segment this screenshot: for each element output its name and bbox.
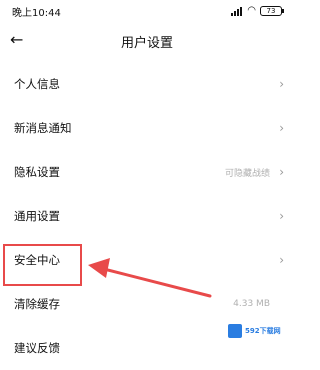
row-general-settings[interactable]: 通用设置 › (0, 194, 294, 238)
chevron-right-icon: › (279, 121, 284, 135)
row-label: 个人信息 (14, 77, 60, 91)
header: ← 用户设置 (0, 22, 294, 60)
watermark: 592下载网 (228, 322, 290, 340)
battery-icon: 73 (260, 6, 284, 16)
row-message-notifications[interactable]: 新消息通知 › (0, 106, 294, 150)
row-value: 可隐藏战绩 (224, 168, 270, 179)
status-icons: ◠ 73 (231, 5, 284, 16)
status-time: 晚上10:44 (12, 7, 61, 19)
signal-icon (231, 6, 243, 16)
back-arrow-icon[interactable]: ← (10, 30, 23, 49)
page-title: 用户设置 (120, 35, 173, 51)
chevron-right-icon: › (279, 165, 284, 179)
cache-size: 4.33 MB (233, 299, 270, 309)
row-label: 通用设置 (14, 209, 60, 223)
highlight-box (3, 244, 82, 286)
row-privacy-settings[interactable]: 隐私设置 可隐藏战绩 › (0, 150, 294, 194)
chevron-right-icon: › (279, 77, 284, 91)
row-label: 隐私设置 (14, 165, 60, 179)
row-label: 建议反馈 (14, 341, 60, 355)
row-label: 新消息通知 (14, 121, 72, 135)
row-label: 清除缓存 (14, 297, 60, 311)
watermark-logo-icon (228, 324, 242, 338)
chevron-right-icon: › (279, 209, 284, 223)
wifi-icon: ◠ (247, 5, 256, 16)
chevron-right-icon: › (279, 253, 284, 267)
watermark-text: 592下载网 (245, 327, 281, 335)
battery-level: 73 (266, 7, 276, 15)
status-bar: 晚上10:44 ◠ 73 (0, 0, 294, 22)
row-clear-cache[interactable]: 清除缓存 4.33 MB (0, 282, 294, 326)
row-personal-info[interactable]: 个人信息 › (0, 62, 294, 106)
